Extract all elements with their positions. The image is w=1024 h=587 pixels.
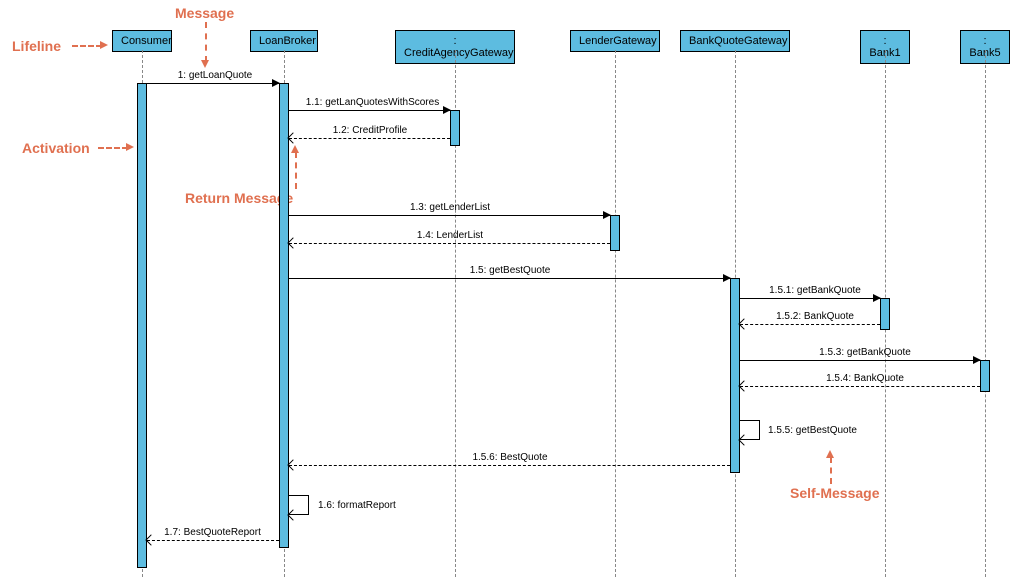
return-line [147, 540, 279, 541]
arrow-head-icon [738, 318, 749, 329]
message-label: 1.5: getBestQuote [440, 265, 580, 276]
arrow-head-icon [201, 60, 209, 68]
annotation-arrow [205, 22, 207, 62]
message-line [740, 298, 880, 299]
message-label: 1.2: CreditProfile [310, 125, 430, 136]
lifeline-label: : CreditAgencyGateway [404, 35, 513, 59]
lifeline-label: LoanBroker [259, 35, 316, 47]
arrow-head-icon [287, 237, 298, 248]
arrow-head-icon [291, 145, 299, 153]
annotation-activation: Activation [22, 140, 90, 156]
message-label: 1.3: getLenderList [380, 202, 520, 213]
arrow-head-icon [287, 459, 298, 470]
annotation-arrow [72, 45, 102, 47]
annotation-return-message: Return Message [185, 190, 293, 206]
arrow-head-icon [723, 274, 731, 282]
lifeline-line [985, 50, 986, 577]
activation-bank1 [880, 298, 890, 330]
annotation-lifeline: Lifeline [12, 38, 61, 54]
message-line [289, 215, 610, 216]
activation-bankquotegateway [730, 278, 740, 473]
activation-creditagency [450, 110, 460, 146]
arrow-head-icon [126, 143, 134, 151]
return-line [289, 465, 730, 466]
lifeline-consumer: Consumer [112, 30, 172, 52]
message-label: 1.4: LenderList [390, 230, 510, 241]
return-line [289, 138, 450, 139]
lifeline-loanbroker: LoanBroker [250, 30, 318, 52]
annotation-arrow [295, 152, 297, 189]
lifeline-bankquotegateway: BankQuoteGateway [680, 30, 790, 52]
message-line [147, 83, 279, 84]
annotation-message: Message [175, 5, 234, 21]
message-label: 1.5.6: BestQuote [450, 452, 570, 463]
message-label: 1.5.5: getBestQuote [768, 425, 888, 436]
message-label: 1: getLoanQuote [155, 70, 275, 81]
return-line [289, 243, 610, 244]
arrow-head-icon [287, 132, 298, 143]
message-label: 1.1: getLanQuotesWithScores [295, 97, 450, 108]
activation-lendergateway [610, 215, 620, 251]
lifeline-lendergateway: LenderGateway [570, 30, 660, 52]
arrow-head-icon [603, 211, 611, 219]
arrow-head-icon [826, 450, 834, 458]
message-label: 1.5.2: BankQuote [760, 311, 870, 322]
arrow-head-icon [738, 380, 749, 391]
arrow-head-icon [973, 356, 981, 364]
message-label: 1.7: BestQuoteReport [150, 527, 275, 538]
return-line [740, 324, 880, 325]
return-line [740, 386, 980, 387]
message-label: 1.5.4: BankQuote [810, 373, 920, 384]
message-label: 1.5.3: getBankQuote [800, 347, 930, 358]
activation-bank5 [980, 360, 990, 392]
message-label: 1.6: formatReport [318, 500, 418, 511]
activation-consumer [137, 83, 147, 568]
lifeline-line [615, 50, 616, 577]
annotation-self-message: Self-Message [790, 485, 879, 501]
lifeline-label: Consumer [121, 35, 172, 47]
annotation-arrow [98, 147, 128, 149]
message-line [289, 278, 730, 279]
annotation-arrow [830, 457, 832, 484]
lifeline-label: BankQuoteGateway [689, 35, 787, 47]
message-line [740, 360, 980, 361]
arrow-head-icon [100, 41, 108, 49]
activation-loanbroker [279, 83, 289, 548]
message-line [289, 110, 450, 111]
lifeline-label: LenderGateway [579, 35, 657, 47]
message-label: 1.5.1: getBankQuote [755, 285, 875, 296]
